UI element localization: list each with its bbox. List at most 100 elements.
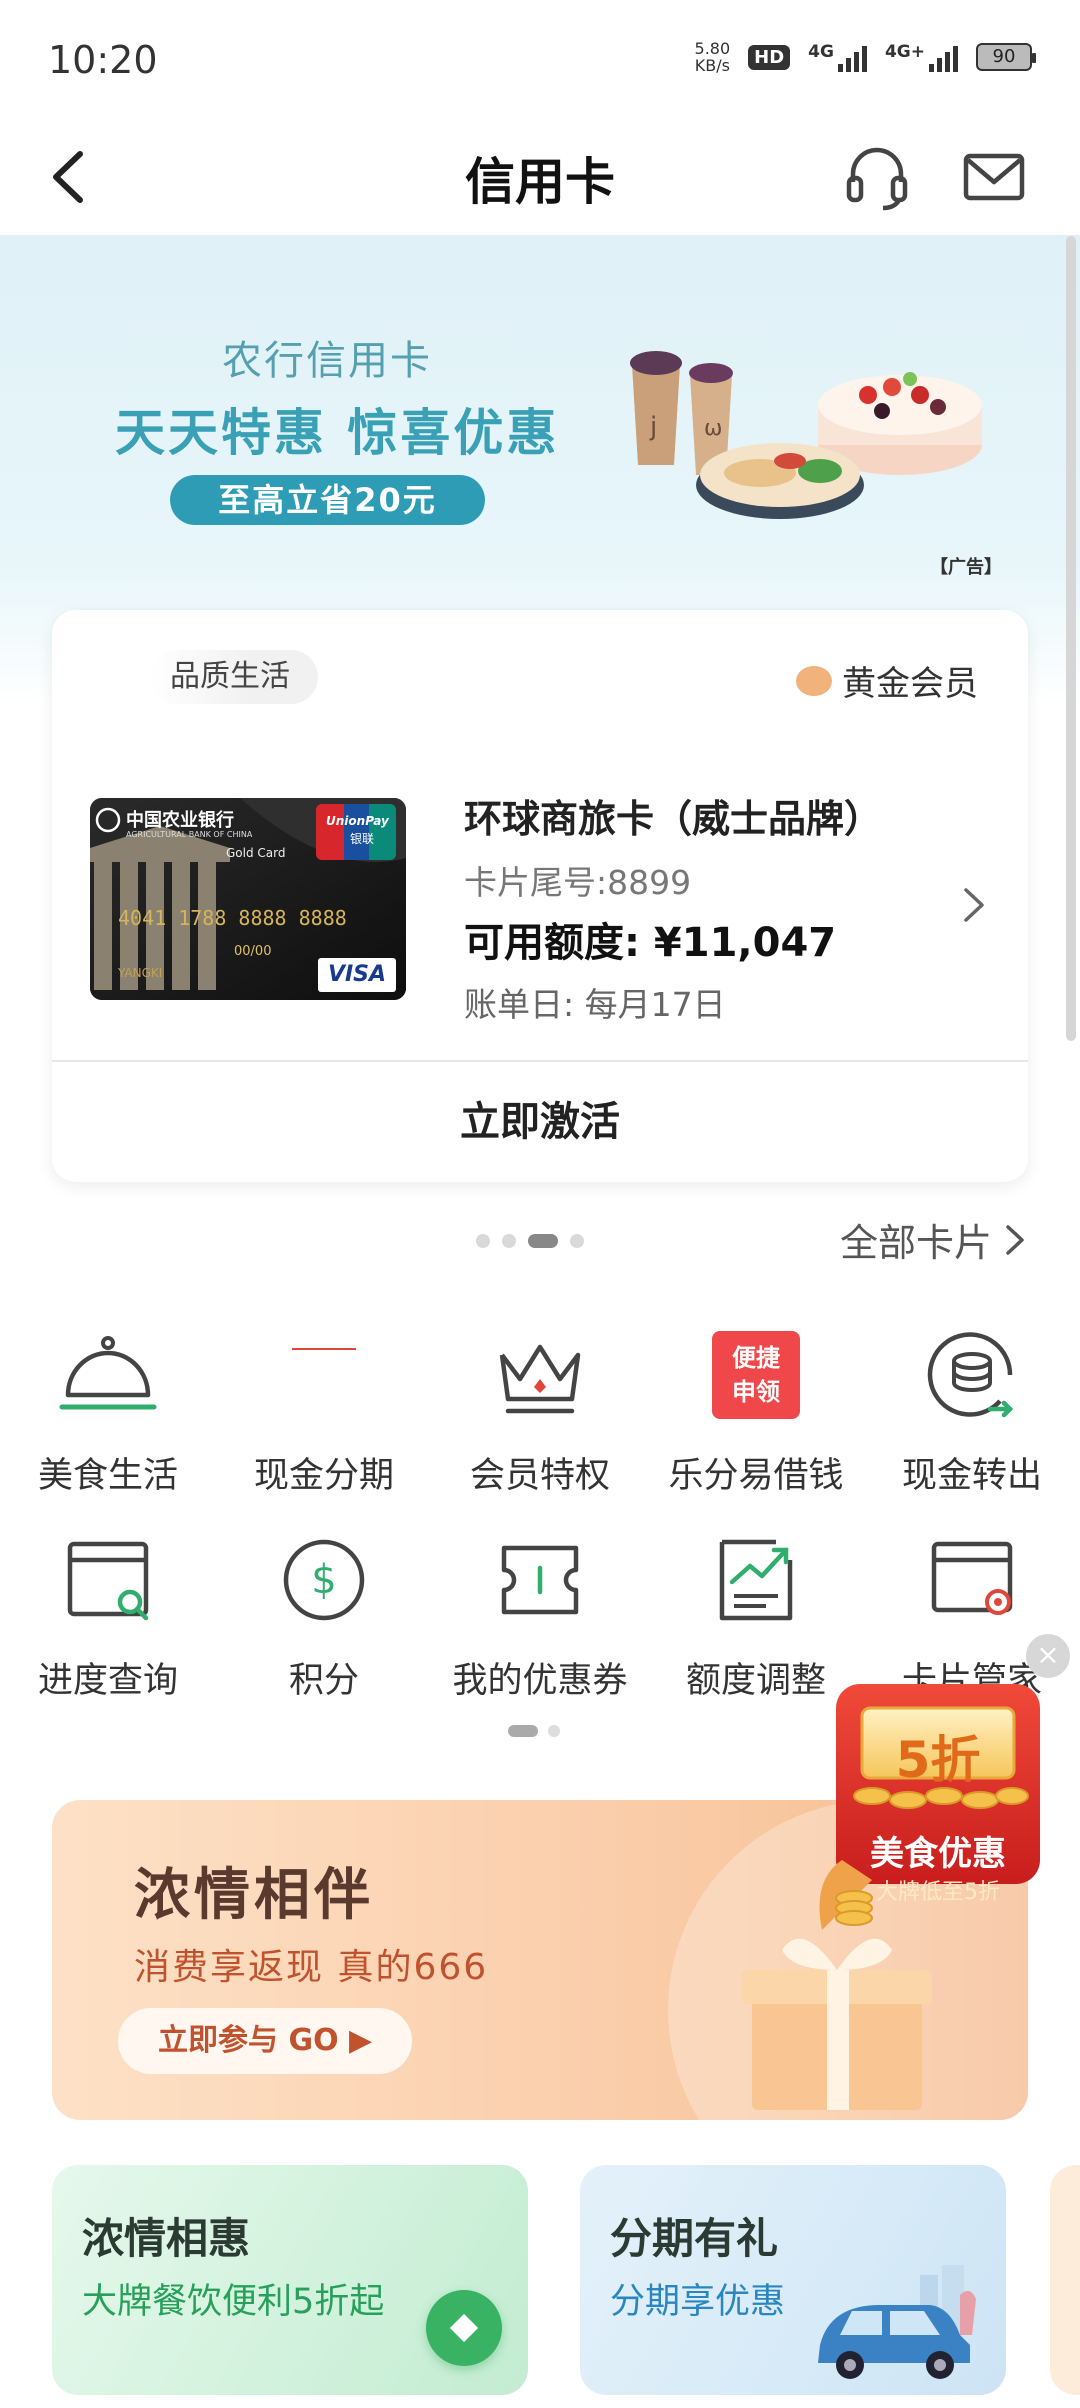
hd-icon: HD: [748, 44, 791, 70]
grid-item-label: 会员特权: [469, 1456, 610, 1496]
pager-dot: [548, 1725, 560, 1737]
member-level-label: 黄金会员: [842, 664, 978, 704]
grid-item-progress-query[interactable]: 进度查询: [0, 1530, 216, 1703]
promo-title: 浓情相伴: [134, 1863, 374, 1928]
card-bank-name: 中国农业银行: [126, 810, 234, 831]
page-title: 信用卡: [465, 153, 615, 211]
nav-header: 信用卡: [0, 120, 1080, 235]
pager-dot: [502, 1234, 516, 1248]
svg-text:j: j: [649, 412, 657, 442]
card-tail-number: 卡片尾号:8899: [464, 863, 692, 902]
speed-value: 5.80: [694, 39, 731, 58]
grid-item-label: 美食生活: [37, 1456, 178, 1496]
grid-item-cash-installment[interactable]: 现金分期: [216, 1325, 432, 1498]
pager-dot: [476, 1234, 490, 1248]
mail-icon: [963, 153, 1025, 201]
promo-card-installment[interactable]: 分期有礼 分期享优惠: [580, 2165, 1006, 2395]
grid-item-label: 我的优惠券: [452, 1661, 628, 1701]
promo-subtitle: 消费享返现 真的666: [134, 1947, 489, 1988]
chevron-right-icon: [964, 888, 984, 922]
card-name: 环球商旅卡（威士品牌）: [464, 797, 883, 841]
coupon-icon: [490, 1530, 590, 1630]
crown-icon: [490, 1325, 590, 1425]
card-settings-icon: [922, 1530, 1022, 1630]
grid-item-label: 进度查询: [37, 1661, 178, 1701]
card-detail-button[interactable]: [958, 880, 988, 930]
speed-unit: KB/s: [694, 56, 730, 75]
card-tag-label: 品质生活: [170, 659, 290, 694]
grid-item-label: 现金转出: [901, 1456, 1042, 1496]
food-discount-badge: [819, 1684, 1040, 1930]
svg-text:$: $: [311, 1557, 336, 1603]
badge-text: 申领: [732, 1378, 780, 1406]
float-ad-title: 美食优惠: [870, 1834, 1006, 1874]
loan-badge-icon: 便捷 申领: [706, 1325, 806, 1425]
pager-dot-active: [508, 1725, 538, 1737]
grid-item-label: 积分: [288, 1661, 359, 1701]
food-illustration: j ω: [630, 351, 982, 519]
mini-card-subtitle: 大牌餐饮便利5折起: [82, 2282, 385, 2322]
headset-icon: [846, 147, 908, 211]
float-ad-discount: 5折: [895, 1731, 981, 1789]
battery-icon: 90: [976, 43, 1036, 71]
installment-icon: [274, 1325, 374, 1425]
visa-logo: VISA: [318, 958, 396, 992]
cloche-icon: [58, 1325, 158, 1425]
ad-label: 【广告】: [930, 557, 1002, 578]
signal-icon-2: 4G+: [885, 42, 958, 72]
piggy-icon: [796, 665, 832, 696]
close-icon[interactable]: ×: [1026, 1634, 1070, 1678]
mini-card-title: 浓情相惠: [82, 2214, 251, 2263]
status-time: 10:20: [48, 38, 158, 82]
net-type-1: 4G: [808, 42, 834, 62]
join-now-button[interactable]: 立即参与 GO ▶: [118, 2008, 413, 2074]
grid-item-loan[interactable]: 便捷 申领 乐分易借钱: [648, 1325, 864, 1498]
network-speed: 5.80 KB/s: [695, 40, 731, 74]
dollar-points-icon: $: [274, 1530, 374, 1630]
all-cards-link[interactable]: 全部卡片: [840, 1212, 1026, 1267]
grid-item-my-coupons[interactable]: 我的优惠券: [432, 1530, 648, 1703]
card-image[interactable]: 中国农业银行 AGRICULTURAL BANK OF CHINA Gold C…: [90, 798, 406, 1000]
customer-service-button[interactable]: [845, 142, 909, 212]
float-ad-subtitle: 大牌低至5折: [876, 1880, 1000, 1905]
unionpay-logo: UnionPay 银联: [316, 804, 396, 860]
car-illustration: [818, 2265, 976, 2379]
banner-headline: 天天特惠 惊喜优惠: [115, 404, 560, 462]
status-icons: 5.80 KB/s HD 4G 4G+ 90: [695, 40, 1036, 74]
member-level[interactable]: 黄金会员: [796, 656, 978, 705]
card-number: 4041 1788 8888 8888: [118, 906, 347, 930]
card-pager-dots: [476, 1234, 584, 1248]
activate-button[interactable]: 立即激活: [52, 1062, 1028, 1182]
pager-dot-active: [528, 1234, 558, 1248]
unionpay-text: UnionPay: [326, 814, 389, 828]
chevron-right-icon: [1006, 1224, 1024, 1255]
floating-ad[interactable]: 5折 美食优惠 大牌低至5折 ×: [812, 1630, 1080, 1960]
signal-icon-1: 4G: [808, 42, 867, 72]
svg-text:ω: ω: [704, 416, 722, 441]
grid-pager-dots: [508, 1725, 560, 1737]
diamond-button-icon[interactable]: [426, 2290, 502, 2366]
card-grade: Gold Card: [226, 846, 286, 860]
unionpay-cn-text: 银联: [350, 832, 375, 846]
grid-item-points[interactable]: $ 积分: [216, 1530, 432, 1703]
badge-text: 便捷: [732, 1344, 780, 1372]
mini-card-subtitle: 分期享优惠: [610, 2282, 786, 2322]
card-holder: YANGKI: [118, 966, 163, 980]
card-valid-thru: 00/00: [234, 944, 272, 959]
grid-item-food-life[interactable]: 美食生活: [0, 1325, 216, 1498]
chart-adjust-icon: [706, 1530, 806, 1630]
promo-card-food[interactable]: 浓情相惠 大牌餐饮便利5折起: [52, 2165, 528, 2395]
scrollbar[interactable]: [1066, 236, 1076, 1041]
grid-item-label: 现金分期: [253, 1456, 394, 1496]
progress-search-icon: [58, 1530, 158, 1630]
all-cards-label: 全部卡片: [839, 1221, 992, 1265]
promo-card-peek[interactable]: [1050, 2165, 1080, 2395]
grid-item-member-privilege[interactable]: 会员特权: [432, 1325, 648, 1498]
grid-item-cash-transfer[interactable]: 现金转出: [864, 1325, 1080, 1498]
status-bar: 10:20 5.80 KB/s HD 4G 4G+ 90: [0, 0, 1080, 120]
mini-card-title: 分期有礼: [610, 2214, 779, 2263]
banner-pill: 至高立省20元: [170, 475, 485, 525]
pager-dot: [570, 1234, 584, 1248]
message-button[interactable]: [962, 142, 1026, 212]
coin-transfer-icon: [922, 1325, 1022, 1425]
